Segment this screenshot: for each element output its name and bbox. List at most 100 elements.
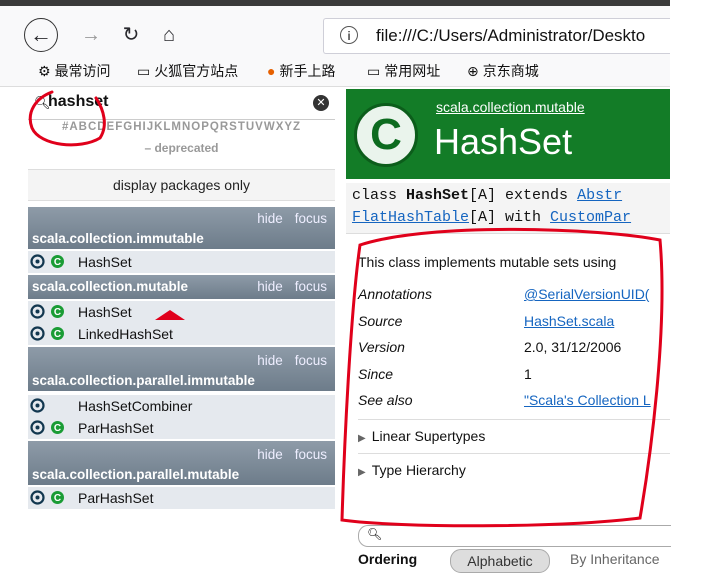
class-icon[interactable]: C <box>50 420 65 435</box>
class-icon[interactable]: C <box>50 254 65 269</box>
object-icon[interactable] <box>30 304 45 319</box>
attribute-key: See also <box>358 392 413 408</box>
doc-content: C scala.collection.mutable HashSet class… <box>346 89 671 573</box>
svg-text:C: C <box>54 329 61 340</box>
sig-text: [A] with <box>469 209 551 226</box>
divider <box>358 453 670 454</box>
class-signature: class HashSet[A] extends Abstr FlatHashT… <box>346 183 670 234</box>
focus-link[interactable]: focus <box>295 279 327 294</box>
bookmark-firefox-official[interactable]: ▭ 火狐官方站点 <box>137 61 238 81</box>
entry-name[interactable]: LinkedHashSet <box>78 326 173 342</box>
list-item: C ParHashSet <box>28 417 335 439</box>
gear-icon: ⚙ <box>38 63 51 79</box>
list-item: C ParHashSet <box>28 487 335 509</box>
deprecated-link[interactable]: – deprecated <box>28 141 335 155</box>
entry-name[interactable]: HashSet <box>78 254 132 270</box>
object-icon[interactable] <box>30 490 45 505</box>
attribute-key: Annotations <box>358 286 432 302</box>
globe-icon: ⊕ <box>467 63 479 79</box>
letter-index[interactable]: #ABCDEFGHIJKLMNOPQRSTUVWXYZ <box>28 121 335 133</box>
sig-flathashtable-link[interactable]: FlatHashTable <box>352 209 469 226</box>
object-icon[interactable] <box>30 420 45 435</box>
package-name[interactable]: scala.collection.parallel.immutable <box>32 373 255 388</box>
firefox-icon: ● <box>267 63 276 79</box>
class-icon[interactable]: C <box>50 490 65 505</box>
entry-name[interactable]: ParHashSet <box>78 420 153 436</box>
bookmark-most-visited[interactable]: ⚙ 最常访问 <box>38 61 111 81</box>
package-header: hide focus scala.collection.parallel.muta… <box>28 441 335 485</box>
class-icon[interactable]: C <box>50 326 65 341</box>
object-icon[interactable] <box>30 254 45 269</box>
hide-link[interactable]: hide <box>257 211 283 226</box>
package-name[interactable]: scala.collection.immutable <box>32 231 204 246</box>
sig-class-name: HashSet <box>406 187 470 204</box>
type-hierarchy-toggle[interactable]: ▶ Type Hierarchy <box>358 462 466 478</box>
attribute-value[interactable]: "Scala's Collection L <box>524 392 651 408</box>
class-title: HashSet <box>434 121 573 162</box>
bookmarks-toolbar: ⚙ 最常访问 ▭ 火狐官方站点 ● 新手上路 ▭ 常用网址 ⊕ 京东商城 <box>0 58 670 87</box>
focus-link[interactable]: focus <box>295 447 327 462</box>
list-item: C HashSet <box>28 251 335 273</box>
triangle-right-icon: ▶ <box>358 467 366 478</box>
search-input[interactable]: hashset <box>48 93 108 111</box>
sig-keyword: class <box>352 187 407 204</box>
member-filter-input[interactable]: 🔍︎ <box>358 525 671 547</box>
triangle-right-icon: ▶ <box>358 433 366 444</box>
display-packages-only[interactable]: display packages only <box>28 169 335 201</box>
package-header: scala.collection.mutable hide focus <box>28 275 335 299</box>
linear-supertypes-toggle[interactable]: ▶ Linear Supertypes <box>358 428 485 444</box>
sig-custompar-link[interactable]: CustomPar <box>550 209 631 226</box>
search-icon: 🔍︎ <box>367 527 383 541</box>
bookmark-common-sites[interactable]: ▭ 常用网址 <box>367 61 440 81</box>
sig-parent-link[interactable]: Abstr <box>577 187 622 204</box>
class-description: This class implements mutable sets using <box>358 254 617 270</box>
sig-text: [A] extends <box>469 187 578 204</box>
svg-text:C: C <box>54 307 61 318</box>
divider <box>358 419 670 420</box>
entry-name[interactable]: HashSetCombiner <box>78 398 192 414</box>
list-item: C LinkedHashSet <box>28 323 335 345</box>
package-name[interactable]: scala.collection.mutable <box>32 279 188 294</box>
entry-name[interactable]: ParHashSet <box>78 490 153 506</box>
reload-button[interactable]: ↻ <box>116 20 146 50</box>
attribute-value[interactable]: @SerialVersionUID( <box>524 286 649 302</box>
index-search[interactable]: 🔍︎ hashset ✕ <box>28 89 335 120</box>
package-name[interactable]: scala.collection.parallel.mutable <box>32 467 239 482</box>
list-item: C HashSet <box>28 301 335 323</box>
svg-text:C: C <box>54 423 61 434</box>
object-icon[interactable] <box>30 398 45 413</box>
package-header: hide focus scala.collection.immutable <box>28 207 335 249</box>
url-bar[interactable]: i file:///C:/Users/Administrator/Deskto <box>323 18 670 54</box>
bookmark-jd[interactable]: ⊕ 京东商城 <box>467 61 539 81</box>
class-icon[interactable]: C <box>50 304 65 319</box>
class-logo-icon: C <box>354 103 418 167</box>
clear-search-icon[interactable]: ✕ <box>313 95 329 111</box>
forward-button[interactable]: → <box>76 20 106 50</box>
back-button[interactable]: ← <box>24 18 58 52</box>
focus-link[interactable]: focus <box>295 353 327 368</box>
info-icon[interactable]: i <box>340 26 358 44</box>
bookmark-getting-started[interactable]: ● 新手上路 <box>267 61 335 81</box>
entry-name[interactable]: HashSet <box>78 304 132 320</box>
attribute-value: 2.0, 31/12/2006 <box>524 339 622 355</box>
ordering-inheritance-button[interactable]: By Inheritance <box>570 551 660 567</box>
focus-link[interactable]: focus <box>295 211 327 226</box>
object-icon[interactable] <box>30 326 45 341</box>
package-header: hide focus scala.collection.parallel.immu… <box>28 347 335 391</box>
attribute-value[interactable]: HashSet.scala <box>524 313 614 329</box>
hide-link[interactable]: hide <box>257 353 283 368</box>
ordering-label: Ordering <box>358 551 418 567</box>
ordering-alphabetic-button[interactable]: Alphabetic <box>450 549 550 573</box>
attribute-value: 1 <box>524 366 532 382</box>
attribute-key: Version <box>358 339 405 355</box>
package-link[interactable]: scala.collection.mutable <box>436 99 585 115</box>
url-text[interactable]: file:///C:/Users/Administrator/Deskto <box>376 26 645 46</box>
svg-text:C: C <box>54 257 61 268</box>
browser-toolbar: ← → ↻ ⌂ i file:///C:/Users/Administrator… <box>0 6 670 58</box>
home-button[interactable]: ⌂ <box>154 20 184 50</box>
hide-link[interactable]: hide <box>257 279 283 294</box>
attribute-key: Since <box>358 366 394 382</box>
hide-link[interactable]: hide <box>257 447 283 462</box>
attribute-key: Source <box>358 313 403 329</box>
index-sidebar: 🔍︎ hashset ✕ #ABCDEFGHIJKLMNOPQRSTUVWXYZ… <box>28 89 335 512</box>
